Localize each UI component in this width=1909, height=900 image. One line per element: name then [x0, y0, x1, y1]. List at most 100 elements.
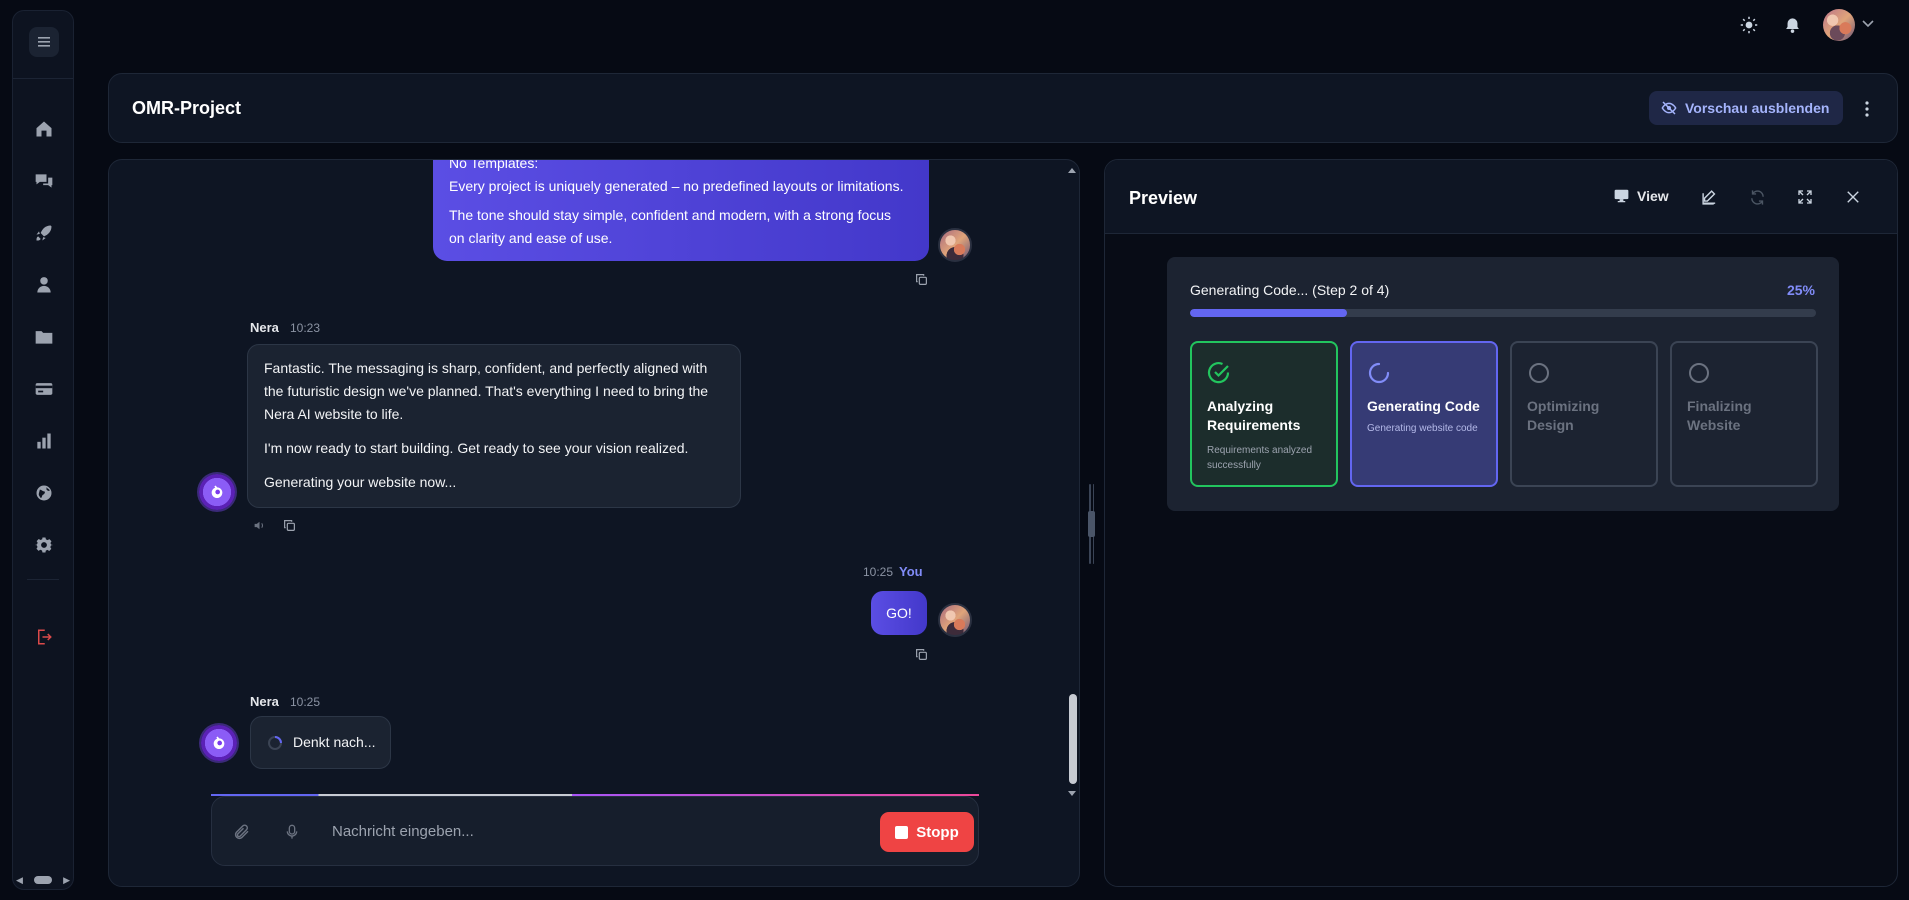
chat-scrollbar[interactable] — [1066, 166, 1078, 796]
refresh-icon — [1750, 189, 1764, 205]
sender-name: Nera — [250, 320, 279, 335]
empty-circle-icon — [1529, 363, 1549, 383]
expand-icon — [1798, 190, 1812, 204]
sidebar-item-settings[interactable] — [32, 533, 56, 557]
progress-bar — [1190, 309, 1816, 317]
sidebar-item-explore[interactable] — [32, 481, 56, 505]
chat-panel: No Templates: Every project is uniquely … — [108, 159, 1080, 887]
spinner-icon — [1368, 362, 1390, 384]
folder-icon — [35, 331, 53, 344]
assistant-avatar — [201, 725, 237, 761]
copy-button[interactable] — [281, 517, 297, 533]
view-button[interactable]: View — [1614, 188, 1669, 204]
panel-resize-handle[interactable] — [1088, 484, 1095, 564]
message-time: 10:25 — [290, 695, 321, 709]
progress-percent: 25% — [1786, 282, 1815, 298]
sidebar: ◀ ▶ — [12, 10, 74, 890]
message-line: the futuristic design we've planned. Tha… — [264, 383, 709, 399]
message-line: I'm now ready to start building. Get rea… — [264, 440, 689, 456]
sidebar-scrollbar[interactable]: ◀ ▶ — [13, 871, 73, 889]
gear-icon — [34, 537, 53, 553]
scroll-right-arrow-icon[interactable]: ▶ — [63, 875, 70, 886]
user-avatar — [938, 603, 972, 637]
sidebar-item-home[interactable] — [32, 117, 56, 141]
message-line: No Templates: — [449, 159, 539, 171]
preview-title: Preview — [1129, 188, 1198, 208]
message-input[interactable]: Nachricht eingeben... — [332, 823, 474, 840]
microphone-icon — [286, 824, 298, 839]
sidebar-item-files[interactable] — [32, 325, 56, 349]
empty-circle-icon — [1689, 363, 1709, 383]
stop-button[interactable]: Stopp — [880, 812, 974, 852]
hide-preview-button[interactable]: Vorschau ausblenden — [1649, 91, 1844, 125]
sidebar-divider — [13, 78, 73, 79]
message-line: Generating your website now... — [264, 474, 457, 490]
globe-icon — [36, 485, 52, 501]
scroll-left-arrow-icon[interactable]: ◀ — [16, 875, 23, 886]
resize-grip[interactable] — [1088, 511, 1095, 537]
stop-icon — [895, 825, 909, 839]
notifications-button[interactable] — [1779, 12, 1805, 38]
message-line: on clarity and ease of use. — [449, 230, 613, 246]
scroll-thumb[interactable] — [1069, 694, 1077, 784]
sender-name: Nera — [250, 694, 279, 709]
user-message-bubble: GO! — [871, 591, 927, 635]
message-text: GO! — [886, 604, 912, 621]
pencil-icon — [1701, 189, 1715, 205]
refresh-button[interactable] — [1746, 186, 1768, 208]
progress-bar-fill — [1190, 309, 1347, 317]
eye-off-icon — [1661, 101, 1677, 115]
bell-icon — [1785, 17, 1799, 33]
user-avatar[interactable] — [1823, 9, 1855, 41]
copy-icon — [915, 273, 927, 285]
message-line: Every project is uniquely generated – no… — [449, 178, 904, 194]
logout-button[interactable] — [32, 625, 56, 649]
logout-icon — [38, 629, 52, 645]
user-avatar — [938, 228, 972, 262]
step-name: Analyzing Requirements — [1207, 398, 1301, 433]
scroll-thumb[interactable] — [34, 876, 52, 884]
step-card-analyzing: Analyzing Requirements Requirements anal… — [1190, 341, 1338, 487]
stop-label: Stopp — [916, 823, 959, 841]
chat-bubbles-icon — [35, 174, 53, 188]
rocket-icon — [36, 225, 52, 241]
project-header: OMR-Project Vorschau ausblenden — [108, 73, 1898, 143]
sidebar-item-launch[interactable] — [32, 221, 56, 245]
step-card-generating: Generating Code Generating website code — [1350, 341, 1498, 487]
message-composer: Nachricht eingeben... Stopp — [211, 796, 979, 866]
scroll-down-arrow-icon[interactable] — [1066, 790, 1078, 798]
progress-label: Generating Code... (Step 2 of 4) — [1190, 282, 1390, 298]
attach-button[interactable] — [232, 822, 252, 842]
close-preview-button[interactable] — [1842, 186, 1864, 208]
copy-icon — [915, 648, 927, 660]
sidebar-item-analytics[interactable] — [32, 429, 56, 453]
more-options-button[interactable] — [1857, 99, 1877, 119]
copy-button[interactable] — [913, 646, 929, 662]
speaker-icon — [254, 521, 263, 529]
fullscreen-button[interactable] — [1794, 186, 1816, 208]
message-line: The tone should stay simple, confident a… — [449, 207, 892, 223]
step-card-optimizing: Optimizing Design — [1510, 341, 1658, 487]
sidebar-item-billing[interactable] — [32, 377, 56, 401]
message-line: Nera AI website to life. — [264, 406, 404, 422]
home-icon — [36, 121, 52, 137]
sidebar-item-profile[interactable] — [32, 273, 56, 297]
theme-toggle-button[interactable] — [1736, 12, 1762, 38]
scroll-up-arrow-icon[interactable] — [1066, 166, 1078, 174]
voice-input-button[interactable] — [282, 822, 302, 842]
sidebar-item-chats[interactable] — [32, 169, 56, 193]
copy-icon — [283, 519, 295, 531]
read-aloud-button[interactable] — [251, 517, 267, 533]
close-icon — [1847, 191, 1859, 203]
thinking-text: Denkt nach... — [293, 734, 376, 750]
step-name: Optimizing Design — [1527, 398, 1600, 433]
step-name: Generating Code — [1367, 398, 1480, 414]
menu-icon[interactable] — [29, 27, 59, 57]
copy-button[interactable] — [913, 271, 929, 287]
assistant-logo-icon — [211, 485, 223, 498]
preview-panel: Preview View Generating Code... (Step 2 … — [1104, 159, 1898, 887]
edit-button[interactable] — [1698, 186, 1720, 208]
assistant-logo-icon — [213, 736, 225, 749]
chevron-down-icon[interactable] — [1862, 18, 1874, 28]
assistant-message-bubble: Fantastic. The messaging is sharp, confi… — [247, 344, 741, 508]
